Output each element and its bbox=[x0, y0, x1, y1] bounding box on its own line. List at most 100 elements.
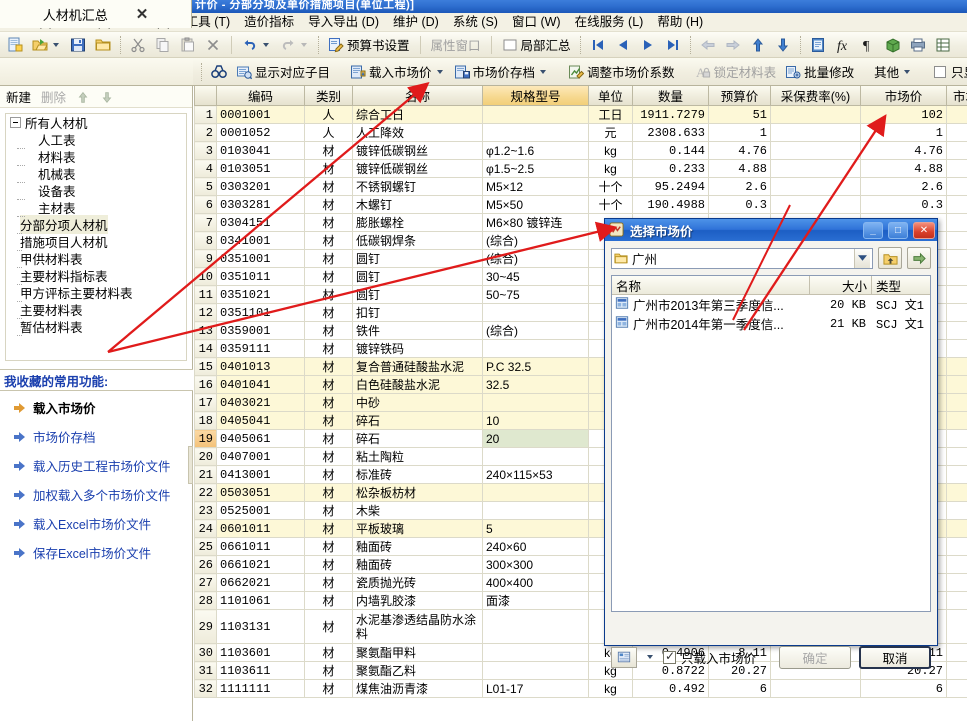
cell-spec[interactable]: (综合) bbox=[483, 250, 589, 268]
cell-code[interactable]: 0661021 bbox=[217, 556, 305, 574]
cell-market-extra[interactable] bbox=[947, 412, 967, 430]
cell-market-extra[interactable] bbox=[947, 644, 967, 662]
cell-code[interactable]: 0401013 bbox=[217, 358, 305, 376]
cell-code[interactable]: 0001001 bbox=[217, 106, 305, 124]
cell-name[interactable]: 釉面砖 bbox=[353, 538, 483, 556]
menu-item-4[interactable]: 造价指标 bbox=[237, 13, 301, 31]
chevron-down-icon[interactable] bbox=[263, 43, 269, 47]
cell-market-extra[interactable] bbox=[947, 304, 967, 322]
cell-spec[interactable] bbox=[483, 610, 589, 644]
show-sub-items-button[interactable]: 显示对应子目 bbox=[232, 61, 334, 83]
print-preview-button[interactable] bbox=[906, 34, 930, 56]
cell-name[interactable]: 镀锌铁码 bbox=[353, 340, 483, 358]
cell-market-price[interactable]: 6 bbox=[861, 680, 947, 698]
material-category-tree[interactable]: 所有人材机人工表材料表机械表设备表主材表分部分项人材机措施项目人材机甲供材料表主… bbox=[5, 113, 187, 361]
cell-spec[interactable]: 面漆 bbox=[483, 592, 589, 610]
open-project-button[interactable] bbox=[91, 34, 115, 56]
row-number[interactable]: 14 bbox=[195, 340, 217, 358]
row-number[interactable]: 32 bbox=[195, 680, 217, 698]
cell-quantity[interactable]: 0.233 bbox=[633, 160, 709, 178]
row-number[interactable]: 17 bbox=[195, 394, 217, 412]
cell-code[interactable]: 0304151 bbox=[217, 214, 305, 232]
cell-name[interactable]: 瓷质抛光砖 bbox=[353, 574, 483, 592]
row-number[interactable]: 6 bbox=[195, 196, 217, 214]
cell-spec[interactable] bbox=[483, 662, 589, 680]
column-header-4[interactable]: 单位 bbox=[589, 86, 633, 106]
move-left-button[interactable] bbox=[696, 34, 720, 56]
copy-button[interactable] bbox=[151, 34, 175, 56]
cell-budget-price[interactable]: 4.88 bbox=[709, 160, 771, 178]
chevron-down-icon[interactable] bbox=[53, 43, 59, 47]
chevron-down-icon[interactable] bbox=[904, 70, 910, 74]
cell-code[interactable]: 0103051 bbox=[217, 160, 305, 178]
cell-market-extra[interactable] bbox=[947, 322, 967, 340]
cell-spec[interactable]: 400×400 bbox=[483, 574, 589, 592]
formula-button[interactable]: fx bbox=[831, 34, 855, 56]
market-price-archive-button[interactable]: 市场价存档 bbox=[450, 61, 553, 83]
cell-code[interactable]: 1101061 bbox=[217, 592, 305, 610]
cell-name[interactable]: 内墙乳胶漆 bbox=[353, 592, 483, 610]
favorite-item-5[interactable]: 保存Excel市场价文件 bbox=[0, 538, 193, 567]
cell-category[interactable]: 材 bbox=[305, 412, 353, 430]
cell-name[interactable]: 人工降效 bbox=[353, 124, 483, 142]
cell-spec[interactable] bbox=[483, 448, 589, 466]
cell-category[interactable]: 材 bbox=[305, 430, 353, 448]
cell-rate[interactable] bbox=[771, 124, 861, 142]
cell-name[interactable]: 粘土陶粒 bbox=[353, 448, 483, 466]
cell-category[interactable]: 材 bbox=[305, 520, 353, 538]
column-header-1[interactable]: 类别 bbox=[305, 86, 353, 106]
tree-item-4[interactable]: 设备表 bbox=[6, 182, 186, 199]
cell-rate[interactable] bbox=[771, 160, 861, 178]
prev-record-button[interactable] bbox=[611, 34, 635, 56]
cell-name[interactable]: 煤焦油沥青漆 bbox=[353, 680, 483, 698]
cell-market-price[interactable]: 4.88 bbox=[861, 160, 947, 178]
undo-button[interactable] bbox=[238, 34, 275, 56]
cell-name[interactable]: 水泥基渗透结晶防水涂料 bbox=[353, 610, 483, 644]
cell-name[interactable]: 木螺钉 bbox=[353, 196, 483, 214]
favorite-item-2[interactable]: 载入历史工程市场价文件 bbox=[0, 451, 193, 480]
cell-name[interactable]: 镀锌低碳钢丝 bbox=[353, 142, 483, 160]
only-load-market-price-checkbox[interactable] bbox=[663, 651, 676, 664]
cell-spec[interactable]: 300×300 bbox=[483, 556, 589, 574]
cell-market-extra[interactable] bbox=[947, 160, 967, 178]
cell-budget-price[interactable]: 51 bbox=[709, 106, 771, 124]
row-number[interactable]: 20 bbox=[195, 448, 217, 466]
row-number[interactable]: 24 bbox=[195, 520, 217, 538]
cell-budget-price[interactable]: 0.3 bbox=[709, 196, 771, 214]
cell-name[interactable]: 聚氨酯乙料 bbox=[353, 662, 483, 680]
cell-code[interactable]: 0303281 bbox=[217, 196, 305, 214]
cell-market-extra[interactable] bbox=[947, 286, 967, 304]
cell-category[interactable]: 材 bbox=[305, 448, 353, 466]
cell-spec[interactable]: (综合) bbox=[483, 232, 589, 250]
path-combobox[interactable]: 广州 bbox=[611, 248, 873, 269]
tab-renzaiji-huizong[interactable]: 人材机汇总 ✕ bbox=[0, 0, 192, 28]
cell-code[interactable]: 0351101 bbox=[217, 304, 305, 322]
cell-category[interactable]: 材 bbox=[305, 178, 353, 196]
cell-market-extra[interactable] bbox=[947, 556, 967, 574]
cell-name[interactable]: 木柴 bbox=[353, 502, 483, 520]
tree-item-8[interactable]: 甲供材料表 bbox=[6, 250, 186, 267]
cell-market-extra[interactable] bbox=[947, 680, 967, 698]
cell-code[interactable]: 0351021 bbox=[217, 286, 305, 304]
cell-market-extra[interactable] bbox=[947, 466, 967, 484]
cell-market-extra[interactable] bbox=[947, 662, 967, 680]
cell-name[interactable]: 碎石 bbox=[353, 412, 483, 430]
row-number[interactable]: 25 bbox=[195, 538, 217, 556]
row-number[interactable]: 19 bbox=[195, 430, 217, 448]
cell-category[interactable]: 材 bbox=[305, 340, 353, 358]
cell-category[interactable]: 材 bbox=[305, 358, 353, 376]
cell-code[interactable]: 1103611 bbox=[217, 662, 305, 680]
cell-code[interactable]: 0413001 bbox=[217, 466, 305, 484]
paste-button[interactable] bbox=[176, 34, 200, 56]
cell-category[interactable]: 材 bbox=[305, 268, 353, 286]
tree-item-2[interactable]: 材料表 bbox=[6, 148, 186, 165]
cell-name[interactable]: 聚氨酯甲料 bbox=[353, 644, 483, 662]
cell-spec[interactable] bbox=[483, 394, 589, 412]
file-col-name[interactable]: 名称 bbox=[612, 276, 810, 294]
cell-category[interactable]: 材 bbox=[305, 538, 353, 556]
cell-name[interactable]: 复合普通硅酸盐水泥 bbox=[353, 358, 483, 376]
cell-market-extra[interactable] bbox=[947, 358, 967, 376]
row-number[interactable]: 16 bbox=[195, 376, 217, 394]
cell-code[interactable]: 0341001 bbox=[217, 232, 305, 250]
dialog-minimize-button[interactable]: _ bbox=[863, 222, 883, 239]
